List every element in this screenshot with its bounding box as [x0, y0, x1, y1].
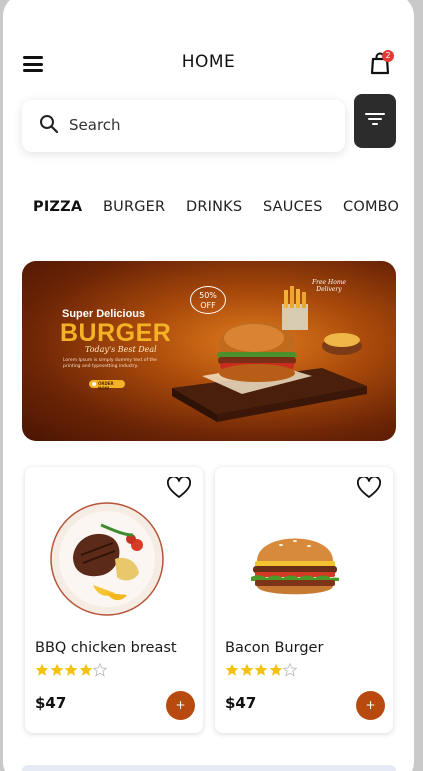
product-name: BBQ chicken breast [35, 640, 177, 656]
star-filled-icon [50, 663, 63, 676]
tab-drinks[interactable]: DRINKS [186, 199, 242, 215]
page-title: HOME [181, 52, 236, 72]
heart-icon[interactable] [167, 477, 191, 499]
product-name: Bacon Burger [225, 640, 324, 656]
category-tabs: PIZZA BURGER DRINKS SAUCES COMBO [33, 199, 414, 223]
delivery-tag: Free Home Delivery [311, 279, 347, 293]
banner-subtitle: Today's Best Deal [85, 345, 157, 354]
search-icon [40, 115, 59, 134]
app-screen: HOME 2 Search PIZZA BURGER DRINKS SAUCES… [3, 0, 414, 771]
add-to-cart-button[interactable]: + [356, 691, 385, 720]
banner-title: BURGER [60, 319, 172, 347]
filter-button[interactable] [354, 94, 396, 148]
tab-burger[interactable]: BURGER [103, 199, 165, 215]
product-price: $47 [225, 694, 257, 712]
star-empty-icon [93, 663, 107, 677]
discount-badge: 50% OFF [190, 286, 226, 314]
product-card[interactable]: Bacon Burger $47 + [215, 467, 393, 733]
promo-banner[interactable]: Super Delicious BURGER Today's Best Deal… [22, 261, 396, 441]
add-to-cart-button[interactable]: + [166, 691, 195, 720]
burger-icon [251, 538, 339, 595]
star-filled-icon [79, 663, 92, 676]
cart-count-badge: 2 [382, 50, 394, 62]
tab-pizza[interactable]: PIZZA [33, 199, 82, 215]
rating-stars [225, 663, 298, 679]
tab-combo[interactable]: COMBO [343, 199, 399, 215]
star-filled-icon [35, 663, 49, 676]
star-filled-icon [240, 663, 253, 676]
heart-icon[interactable] [357, 477, 381, 499]
steak-plate-icon [50, 502, 164, 616]
star-filled-icon [254, 663, 268, 676]
rating-stars [35, 663, 108, 679]
star-filled-icon [225, 663, 239, 676]
star-filled-icon [269, 663, 282, 676]
star-empty-icon [283, 663, 297, 677]
banner-order-label: ORDER NOW [98, 381, 114, 391]
banner-order-button[interactable]: ORDER NOW [89, 380, 125, 391]
banner-body: Lorem Ipsum is simply dummy text of the … [63, 358, 157, 369]
star-filled-icon [64, 663, 78, 676]
top-bar: HOME 2 [3, 0, 414, 94]
search-placeholder: Search [69, 116, 121, 134]
next-card-peek [22, 765, 396, 771]
product-card[interactable]: BBQ chicken breast $47 + [25, 467, 203, 733]
tab-sauces[interactable]: SAUCES [263, 199, 323, 215]
filter-icon [365, 113, 385, 125]
cart-button[interactable]: 2 [369, 50, 397, 79]
search-bar[interactable]: Search [22, 100, 345, 152]
product-price: $47 [35, 694, 67, 712]
